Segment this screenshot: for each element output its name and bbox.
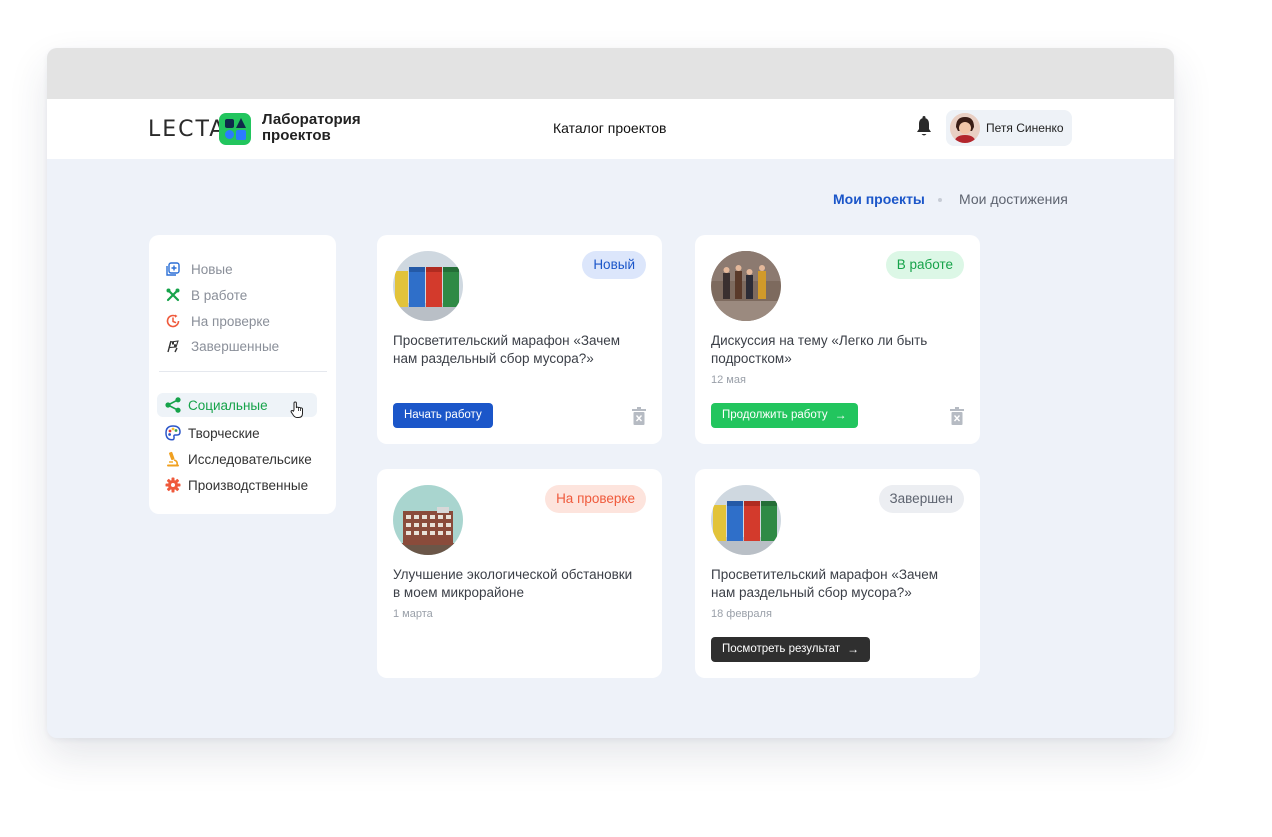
project-title[interactable]: Просветительский марафон «Зачем нам разд… [711, 566, 961, 602]
status-badge: На проверке [545, 485, 646, 513]
project-thumbnail-teens [711, 251, 781, 321]
brand-name-line2: проектов [262, 127, 331, 144]
sidebar-item-label: Завершенные [191, 338, 280, 354]
project-title[interactable]: Просветительский марафон «Зачем нам разд… [393, 332, 643, 368]
palette-icon [165, 425, 181, 441]
button-label: Продолжить работу [722, 409, 828, 421]
tools-icon [165, 287, 181, 303]
user-menu[interactable]: Петя Синенко [946, 110, 1072, 146]
sidebar-item-label: Производственные [188, 477, 309, 493]
sidebar-item-label: В работе [191, 287, 248, 303]
trash-icon[interactable] [950, 407, 964, 425]
bell-icon[interactable] [915, 116, 933, 138]
project-thumbnail-building [393, 485, 463, 555]
user-name: Петя Синенко [986, 121, 1064, 135]
status-badge: Новый [582, 251, 646, 279]
sidebar-item-new[interactable]: Новые [165, 258, 233, 280]
start-work-button[interactable]: Начать работу [393, 403, 493, 428]
continue-work-button[interactable]: Продолжить работу → [711, 403, 858, 428]
tab-my-achievements[interactable]: Мои достижения [959, 191, 1068, 207]
project-card-on-review[interactable]: На проверке Улучшение экологической обст… [377, 469, 662, 678]
sidebar-item-finished[interactable]: Завершенные [165, 335, 279, 357]
sidebar-item-in-progress[interactable]: В работе [165, 284, 247, 306]
sidebar-item-creative[interactable]: Творческие [157, 421, 317, 445]
sidebar-item-on-review[interactable]: На проверке [165, 310, 270, 332]
gear-icon [165, 477, 181, 493]
sidebar-item-research[interactable]: Исследовательсике [157, 447, 317, 471]
avatar [950, 113, 980, 143]
arrow-right-icon: → [847, 642, 860, 656]
sidebar-item-label: Социальные [188, 397, 268, 413]
sidebar-item-label: Творческие [188, 425, 260, 441]
brand-name: Лаборатория проектов [262, 112, 361, 144]
share-icon [165, 397, 181, 413]
project-date: 12 мая [711, 374, 746, 386]
project-date: 1 марта [393, 608, 433, 620]
catalog-link[interactable]: Каталог проектов [553, 120, 666, 136]
arrow-right-icon: → [834, 408, 847, 422]
brand-wordmark[interactable]: LECTA [148, 117, 226, 142]
project-thumbnail-bins [393, 251, 463, 321]
project-card-finished[interactable]: Завершен Просветительский марафон «Зачем… [695, 469, 980, 678]
button-label: Посмотреть результат [722, 643, 841, 655]
button-label: Начать работу [404, 409, 482, 421]
trash-icon[interactable] [632, 407, 646, 425]
project-card-in-progress[interactable]: В работе Дискуссия на тему «Легко ли быт… [695, 235, 980, 444]
status-badge: Завершен [878, 485, 964, 513]
filter-sidebar: Новые В работе На проверке Завершенные С… [149, 235, 336, 514]
project-title[interactable]: Дискуссия на тему «Легко ли быть подрост… [711, 332, 961, 368]
brand-logo-icon[interactable] [219, 113, 251, 145]
app-window: LECTA Лаборатория проектов Каталог проек… [47, 48, 1174, 738]
tab-my-projects[interactable]: Мои проекты [833, 191, 925, 207]
sidebar-item-industrial[interactable]: Производственные [157, 473, 317, 497]
hand-cursor-icon [290, 401, 303, 418]
browser-titlebar [47, 48, 1174, 99]
tab-separator [938, 198, 942, 202]
project-date: 18 февраля [711, 608, 772, 620]
brand-name-line1: Лаборатория [262, 111, 361, 128]
sidebar-item-label: Новые [191, 261, 233, 277]
sidebar-divider [159, 371, 327, 372]
project-title[interactable]: Улучшение экологической обстановки в мое… [393, 566, 643, 602]
clock-icon [165, 313, 181, 329]
sidebar-item-label: На проверке [191, 313, 270, 329]
sidebar-item-label: Исследовательсике [188, 451, 312, 467]
status-badge: В работе [885, 251, 964, 279]
project-thumbnail-bins [711, 485, 781, 555]
microscope-icon [165, 451, 181, 467]
project-card-new[interactable]: Новый Просветительский марафон «Зачем на… [377, 235, 662, 444]
view-result-button[interactable]: Посмотреть результат → [711, 637, 871, 662]
finish-flag-icon [165, 338, 181, 354]
plus-square-icon [165, 261, 181, 277]
top-header: LECTA Лаборатория проектов Каталог проек… [47, 99, 1174, 159]
